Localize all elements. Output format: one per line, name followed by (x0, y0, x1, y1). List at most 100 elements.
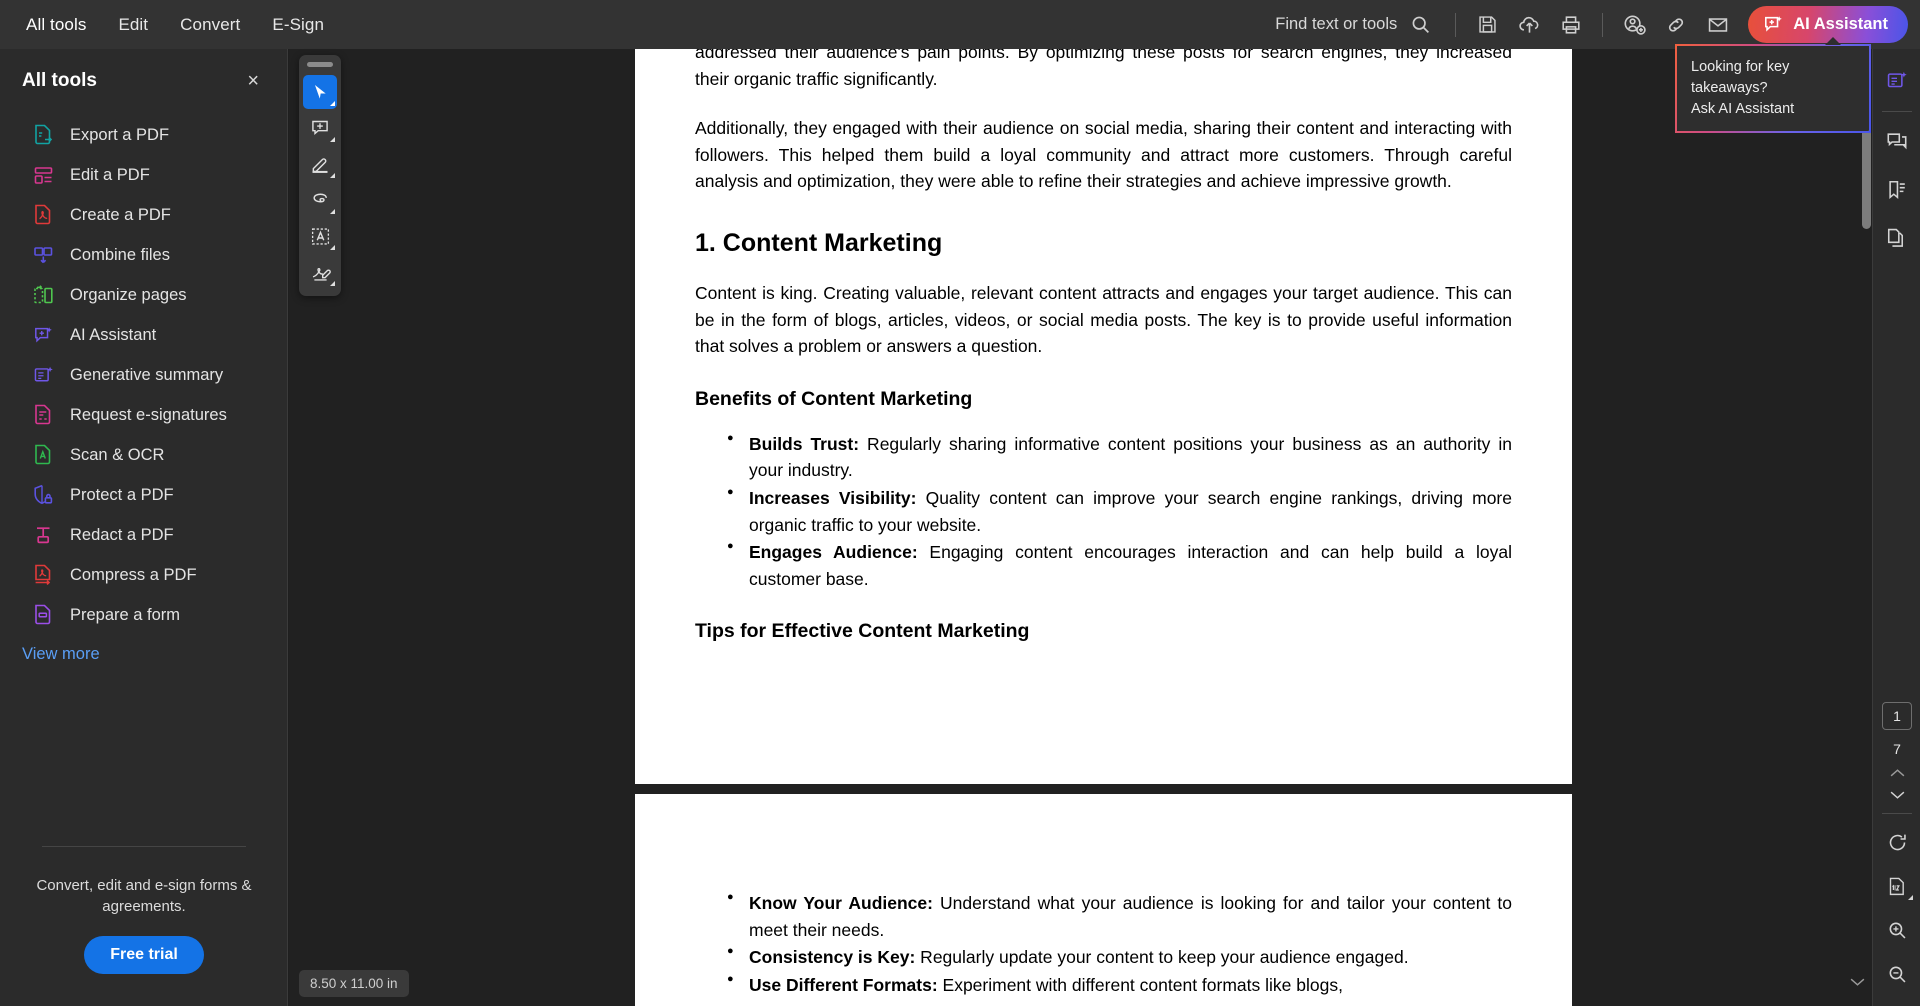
sidebar-item-redact-a-pdf[interactable]: Redact a PDF (0, 515, 287, 555)
rail-divider-2 (1882, 813, 1912, 814)
text-select-tool[interactable] (303, 219, 337, 253)
sidebar-item-protect-a-pdf[interactable]: Protect a PDF (0, 475, 287, 515)
page-thumbnails-icon[interactable] (1880, 221, 1914, 255)
chevron-down-icon (330, 281, 335, 286)
chevron-down-icon (330, 101, 335, 106)
sidebar-item-label: Organize pages (70, 285, 187, 304)
sidebar-item-request-e-signatures[interactable]: Request e-signatures (0, 395, 287, 435)
rotate-icon[interactable] (1880, 825, 1914, 859)
erase-signature-tool[interactable] (303, 255, 337, 289)
sidebar-tool-list: Export a PDF Edit a PDF Create a PDF Com… (0, 107, 287, 664)
sidebar-item-label: Scan & OCR (70, 445, 165, 464)
sidebar-item-compress-a-pdf[interactable]: Compress a PDF (0, 555, 287, 595)
chevron-down-icon[interactable] (1889, 789, 1906, 801)
protect-pdf-shield-lock-icon (32, 483, 54, 507)
top-toolbar: All tools Edit Convert E-Sign Find text … (0, 0, 1920, 49)
ai-sparkle-icon (1763, 14, 1784, 35)
select-cursor-tool[interactable] (303, 75, 337, 109)
callout-line-2: Ask AI Assistant (1691, 101, 1795, 118)
sidebar-item-organize-pages[interactable]: Organize pages (0, 275, 287, 315)
menu-esign[interactable]: E-Sign (258, 8, 338, 42)
find-text-or-tools[interactable]: Find text or tools (1275, 11, 1434, 39)
export-pdf-icon (32, 123, 54, 147)
sidebar-item-label: Create a PDF (70, 205, 171, 224)
sidebar-item-ai-assistant[interactable]: AI Assistant (0, 315, 287, 355)
generative-summary-icon[interactable] (1880, 64, 1914, 98)
list-item-text: Experiment with different content format… (937, 974, 1343, 995)
current-page-input[interactable]: 1 (1882, 702, 1912, 730)
organize-pages-icon (32, 283, 54, 307)
total-pages-label: 7 (1893, 741, 1901, 757)
page-separator (635, 784, 1572, 794)
add-comment-tool[interactable] (303, 111, 337, 145)
prepare-form-icon (32, 603, 54, 627)
palette-drag-handle[interactable] (307, 62, 333, 67)
sidebar-item-scan-and-ocr[interactable]: Scan & OCR (0, 435, 287, 475)
doc-paragraph: Content is king. Creating valuable, rele… (695, 282, 1512, 357)
list-item-term: Engages Audience: (749, 542, 918, 563)
scroll-down-indicator-icon[interactable] (1849, 976, 1866, 988)
promo-text: Convert, edit and e-sign forms & agreeme… (36, 876, 252, 916)
sidebar-item-label: Prepare a form (70, 605, 181, 624)
highlighter-tool[interactable] (303, 147, 337, 181)
request-esignatures-icon (32, 403, 54, 427)
list-item-text: Regularly sharing informative content po… (749, 433, 1512, 481)
chevron-up-icon[interactable] (1889, 767, 1906, 779)
sidebar-item-label: Protect a PDF (70, 485, 174, 504)
menu-convert[interactable]: Convert (166, 8, 254, 42)
ai-assistant-callout[interactable]: Looking for key takeaways? Ask AI Assist… (1675, 36, 1871, 134)
sidebar-promo: Convert, edit and e-sign forms & agreeme… (0, 824, 288, 1006)
page-1-content: addressed their audience's pain points. … (635, 49, 1572, 643)
all-tools-sidebar: All tools × Export a PDF Edit a PDF Crea… (0, 49, 288, 1006)
menu-edit[interactable]: Edit (104, 8, 162, 42)
fit-actual-size-icon[interactable] (1880, 869, 1914, 903)
vertical-scrollbar[interactable] (1862, 49, 1871, 1006)
save-icon[interactable] (1467, 5, 1507, 45)
scan-ocr-icon (32, 443, 54, 467)
list-item-term: Use Different Formats: (749, 974, 938, 995)
sidebar-item-combine-files[interactable]: Combine files (0, 235, 287, 275)
sidebar-item-generative-summary[interactable]: Generative summary (0, 355, 287, 395)
list-item-term: Builds Trust: (749, 433, 860, 454)
combine-files-icon (32, 243, 54, 267)
sidebar-item-prepare-a-form[interactable]: Prepare a form (0, 595, 287, 635)
list-item-term: Know Your Audience: (749, 893, 933, 913)
edit-pdf-icon (32, 163, 54, 187)
chevron-down-icon (330, 209, 335, 214)
doc-paragraph: addressed their audience's pain points. … (695, 49, 1512, 89)
draw-freehand-tool[interactable] (303, 183, 337, 217)
email-icon[interactable] (1698, 5, 1738, 45)
document-viewer: addressed their audience's pain points. … (289, 49, 1872, 1006)
view-more-link[interactable]: View more (0, 635, 287, 664)
print-icon[interactable] (1551, 5, 1591, 45)
list-item: Engages Audience: Engaging content encou… (727, 538, 1512, 592)
free-trial-button[interactable]: Free trial (84, 936, 204, 974)
comment-icon[interactable] (1880, 125, 1914, 159)
link-icon[interactable] (1656, 5, 1696, 45)
bookmark-icon[interactable] (1880, 173, 1914, 207)
toolbar-divider-1 (1455, 12, 1457, 37)
zoom-in-icon[interactable] (1880, 913, 1914, 947)
add-person-icon[interactable] (1614, 5, 1654, 45)
chevron-down-icon (330, 245, 335, 250)
search-icon[interactable] (1406, 11, 1434, 39)
list-item-text: Regularly update your content to keep yo… (915, 947, 1409, 968)
upload-cloud-icon[interactable] (1509, 5, 1549, 45)
zoom-out-icon[interactable] (1880, 957, 1914, 991)
sidebar-item-export-a-pdf[interactable]: Export a PDF (0, 115, 287, 155)
sidebar-item-label: Request e-signatures (70, 405, 227, 424)
sidebar-item-label: Export a PDF (70, 125, 170, 144)
page-navigation-controls: 1 7 (1873, 702, 1920, 996)
compress-pdf-icon (32, 563, 54, 587)
sidebar-item-create-a-pdf[interactable]: Create a PDF (0, 195, 287, 235)
create-pdf-icon (32, 203, 54, 227)
sidebar-header: All tools × (0, 49, 287, 107)
doc-benefits-heading: Benefits of Content Marketing (695, 387, 973, 410)
sidebar-item-edit-a-pdf[interactable]: Edit a PDF (0, 155, 287, 195)
doc-benefits-list: Builds Trust: Regularly sharing informat… (727, 430, 1512, 593)
sidebar-item-label: Compress a PDF (70, 565, 197, 584)
close-icon[interactable]: × (239, 67, 267, 95)
menu-all-tools[interactable]: All tools (12, 8, 100, 42)
find-label: Find text or tools (1275, 15, 1398, 33)
ai-assistant-icon (32, 323, 54, 347)
